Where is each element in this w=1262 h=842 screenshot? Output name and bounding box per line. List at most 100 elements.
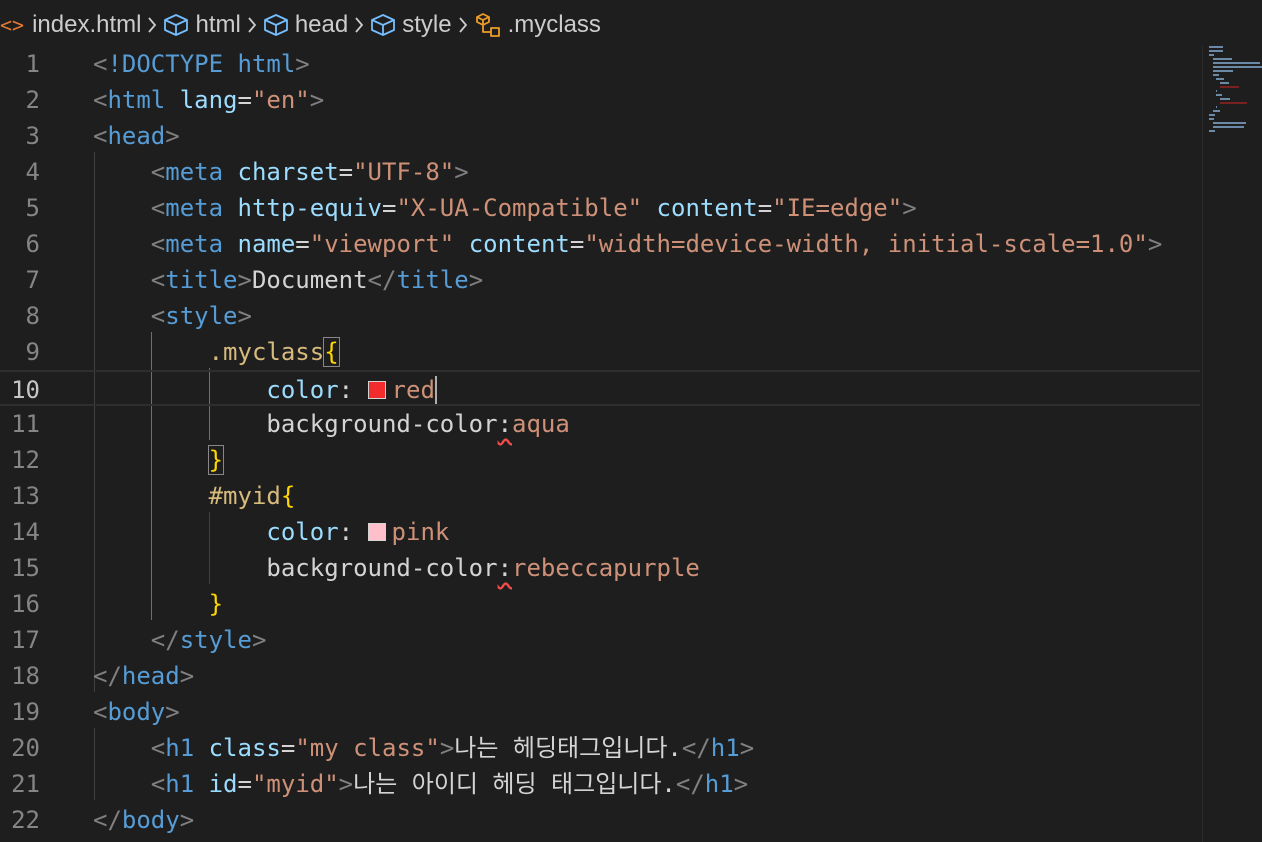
code-line[interactable]: 12 } (0, 442, 1200, 478)
code-token: lang (179, 86, 238, 114)
code-token: = (280, 734, 296, 762)
breadcrumb-item-head[interactable]: head (263, 0, 348, 50)
code-token: background-color (266, 410, 498, 438)
line-number[interactable]: 18 (0, 658, 40, 694)
line-number[interactable]: 5 (0, 190, 40, 226)
line-number[interactable]: 9 (0, 334, 40, 370)
code-token: > (454, 158, 469, 186)
code-line[interactable]: 16 } (0, 586, 1200, 622)
code-token: < (93, 698, 108, 726)
code-line[interactable]: 15 background-color:rebeccapurple (0, 550, 1200, 586)
minimap-line (1209, 54, 1215, 56)
code-token: < (93, 50, 108, 78)
code-token: "UTF-8" (353, 158, 455, 186)
code-token: style (179, 626, 252, 654)
line-number[interactable]: 17 (0, 622, 40, 658)
code-line[interactable]: 18 </head> (0, 658, 1200, 694)
line-number[interactable]: 19 (0, 694, 40, 730)
line-number[interactable]: 10 (0, 372, 40, 408)
breadcrumb-item-html[interactable]: html (163, 0, 241, 50)
code-token: </ (675, 770, 705, 798)
line-number[interactable]: 16 (0, 586, 40, 622)
code-token: 나는 헤딩태그입니다. (454, 734, 682, 762)
line-number[interactable]: 6 (0, 226, 40, 262)
line-number[interactable]: 20 (0, 730, 40, 766)
code-line[interactable]: 8 <style> (0, 298, 1200, 334)
code-line[interactable]: 4 <meta charset="UTF-8"> (0, 154, 1200, 190)
minimap-line (1219, 82, 1229, 84)
code-token: > (179, 806, 195, 834)
code-token: > (309, 86, 325, 114)
code-line[interactable]: 10 color: red (0, 370, 1200, 406)
line-number[interactable]: 11 (0, 406, 40, 442)
code-token: red (391, 376, 435, 404)
code-token: = (338, 158, 354, 186)
code-editor[interactable]: 1 <!DOCTYPE html> 2 <html lang="en"> 3 <head>… (0, 46, 1200, 842)
line-number[interactable]: 3 (0, 118, 40, 154)
code-line[interactable]: 22 </body> (0, 802, 1200, 838)
html-file-icon: <> (0, 13, 25, 37)
code-token: pink (391, 518, 450, 546)
line-number[interactable]: 12 (0, 442, 40, 478)
code-text: </head> (93, 658, 194, 694)
code-line[interactable]: 5 <meta http-equiv="X-UA-Compatible" con… (0, 190, 1200, 226)
code-line[interactable]: 6 <meta name="viewport" content="width=d… (0, 226, 1200, 262)
line-number[interactable]: 2 (0, 82, 40, 118)
code-text: } (93, 442, 225, 478)
code-line[interactable]: 21 <h1 id="myid">나는 아이디 헤딩 태그입니다.</h1> (0, 766, 1200, 802)
color-swatch-icon[interactable] (367, 523, 386, 541)
line-number[interactable]: 22 (0, 802, 40, 838)
code-token: "width=device-width, initial-scale=1.0" (584, 230, 1148, 258)
line-number[interactable]: 7 (0, 262, 40, 298)
cube-icon (263, 13, 289, 37)
minimap-line (1216, 78, 1225, 80)
code-line[interactable]: 19 <body> (0, 694, 1200, 730)
code-token: 나는 아이디 헤딩 태그입니다. (353, 770, 676, 798)
minimap-line (1212, 62, 1261, 64)
code-line[interactable]: 14 color: pink (0, 514, 1200, 550)
line-number[interactable]: 1 (0, 46, 40, 82)
code-token: < (150, 230, 166, 258)
code-line[interactable]: 3 <head> (0, 118, 1200, 154)
color-swatch-icon[interactable] (367, 381, 386, 399)
line-number[interactable]: 21 (0, 766, 40, 802)
line-number[interactable]: 4 (0, 154, 40, 190)
code-line[interactable]: 7 <title>Document</title> (0, 262, 1200, 298)
line-number[interactable]: 8 (0, 298, 40, 334)
code-line[interactable]: 11 background-color:aqua (0, 406, 1200, 442)
breadcrumb-item-style[interactable]: style (370, 0, 452, 50)
minimap-line (1219, 98, 1230, 100)
breadcrumb-item-file[interactable]: <> index.html (0, 0, 141, 50)
code-line[interactable]: 20 <h1 class="my class">나는 헤딩태그입니다.</h1> (0, 730, 1200, 766)
minimap-line (1209, 130, 1216, 132)
line-number[interactable]: 13 (0, 478, 40, 514)
minimap-line (1209, 118, 1215, 120)
code-text: <body> (93, 694, 180, 730)
line-number[interactable]: 14 (0, 514, 40, 550)
code-token: background-color (266, 554, 498, 582)
code-line[interactable]: 1 <!DOCTYPE html> (0, 46, 1200, 82)
code-line[interactable]: 9 .myclass{ (0, 334, 1200, 370)
selector-icon (474, 12, 502, 38)
code-line[interactable]: 13 #myid{ (0, 478, 1200, 514)
code-line[interactable]: 17 </style> (0, 622, 1200, 658)
breadcrumb-item-myclass[interactable]: .myclass (474, 0, 601, 50)
code-line[interactable]: 2 <html lang="en"> (0, 82, 1200, 118)
minimap-line (1216, 90, 1218, 92)
line-number[interactable]: 15 (0, 550, 40, 586)
code-token: = (237, 86, 252, 114)
code-token: "my class" (295, 734, 440, 762)
minimap[interactable] (1203, 46, 1262, 166)
code-token: { (323, 337, 340, 367)
code-token: color (266, 376, 339, 404)
code-token: h1 (710, 734, 740, 762)
code-token: class (208, 734, 281, 762)
